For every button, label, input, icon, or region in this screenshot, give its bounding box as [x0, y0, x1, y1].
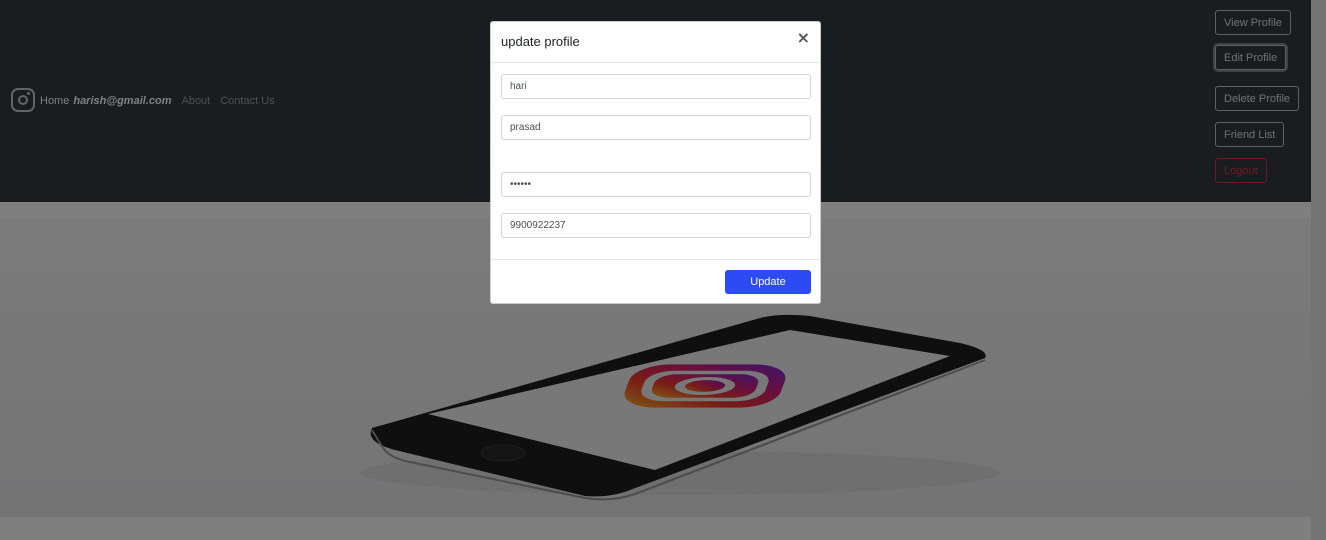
modal-header: update profile × — [491, 22, 820, 63]
first-name-input[interactable] — [501, 74, 811, 99]
last-name-input[interactable] — [501, 115, 811, 140]
phone-input[interactable] — [501, 213, 811, 238]
password-input[interactable] — [501, 172, 811, 197]
update-profile-modal: update profile × Update — [490, 21, 821, 304]
update-button[interactable]: Update — [725, 270, 811, 294]
close-icon[interactable]: × — [797, 30, 810, 46]
modal-title: update profile — [501, 34, 580, 49]
modal-footer-divider — [491, 259, 820, 260]
